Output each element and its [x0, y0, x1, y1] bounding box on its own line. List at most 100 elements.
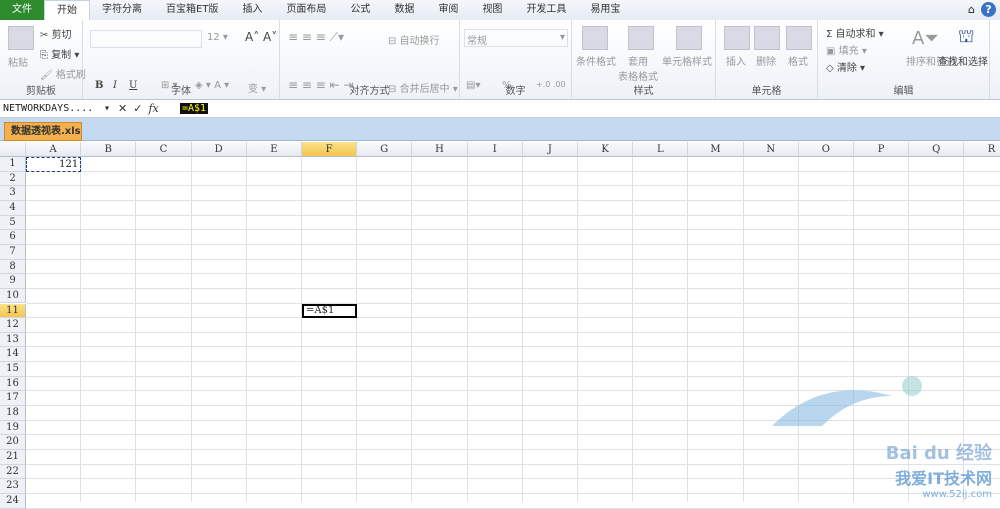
cell-styles-button[interactable]: 单元格样式: [662, 53, 712, 68]
tab-9[interactable]: 视图: [470, 0, 514, 20]
vertical-align-icons[interactable]: ≡ ≡ ≡ ⟋▾: [288, 30, 344, 45]
name-box[interactable]: NETWORKDAYS.... ▾: [0, 103, 112, 114]
column-header-D[interactable]: D: [191, 142, 247, 157]
grow-font-button[interactable]: A˄ A˅: [245, 30, 277, 44]
cell-A1[interactable]: 121: [26, 157, 82, 172]
alignment-label: 对齐方式: [349, 86, 390, 97]
font-group: 12 ▾ A˄ A˅ B I U ⊞ ▾ ◈ ▾ A ▾ 变 ▾ 字体: [83, 20, 280, 99]
column-header-O[interactable]: O: [798, 142, 854, 157]
tab-3[interactable]: 百宝箱ET版: [154, 0, 230, 20]
sort-filter-icon: A⏷: [912, 28, 939, 49]
tab-4[interactable]: 插入: [230, 0, 274, 20]
column-header-F[interactable]: F: [302, 142, 358, 157]
gridline: [301, 157, 302, 502]
autosum-label: 自动求和: [835, 29, 876, 40]
row-header-16[interactable]: 16: [0, 376, 26, 392]
row-header-8[interactable]: 8: [0, 259, 26, 275]
cells-label: 单元格: [751, 86, 782, 97]
column-header-B[interactable]: B: [81, 142, 137, 157]
conditional-format-button[interactable]: 条件格式: [576, 53, 616, 68]
row-header-3[interactable]: 3: [0, 186, 26, 201]
column-header-H[interactable]: H: [412, 142, 468, 157]
paste-button[interactable]: 粘贴: [8, 54, 28, 69]
name-box-value: NETWORKDAYS....: [3, 103, 94, 114]
gridline: [190, 157, 192, 502]
insert-cells-button[interactable]: 插入: [726, 53, 746, 68]
gridline: [687, 157, 689, 502]
cell-F11[interactable]: =A$1: [302, 303, 358, 319]
copy-label: 复制: [51, 50, 72, 61]
cut-button[interactable]: ✂ 剪切: [40, 26, 72, 41]
row-header-11[interactable]: 11: [0, 303, 26, 319]
cells-group: 插入 删除 格式 单元格: [716, 20, 818, 99]
tab-11[interactable]: 易用宝: [578, 0, 632, 20]
tab-1[interactable]: 开始: [44, 0, 90, 20]
table-format-button[interactable]: 套用 表格格式: [618, 53, 658, 83]
gridline: [742, 157, 744, 502]
row-header-7[interactable]: 7: [0, 244, 26, 260]
wrap-text-button[interactable]: ⊟ 自动换行: [388, 32, 440, 47]
row-header-20[interactable]: 20: [0, 435, 26, 450]
formula-input[interactable]: =A$1: [180, 103, 209, 114]
column-header-Q[interactable]: Q: [909, 142, 965, 157]
row-header-6[interactable]: 6: [0, 230, 26, 245]
number-format-select[interactable]: 常规 ▾: [464, 29, 568, 47]
column-header-L[interactable]: L: [633, 142, 689, 157]
column-header-J[interactable]: J: [522, 142, 578, 157]
insert-function-icon[interactable]: fx: [148, 102, 158, 115]
copy-button[interactable]: ⎘ 复制 ▾: [40, 46, 79, 61]
workbook-tab[interactable]: 数据透视表.xls: [4, 122, 82, 141]
tab-8[interactable]: 审阅: [426, 0, 470, 20]
row-header-1[interactable]: 1: [0, 157, 26, 172]
column-header-A[interactable]: A: [26, 142, 82, 157]
row-header-12[interactable]: 12: [0, 318, 26, 333]
row-header-10[interactable]: 10: [0, 288, 26, 304]
wrap-text-label: 自动换行: [399, 36, 440, 47]
row-header-22[interactable]: 22: [0, 464, 26, 480]
tab-0[interactable]: 文件: [0, 0, 44, 20]
select-all-corner[interactable]: [0, 142, 26, 157]
autosum-button[interactable]: Σ 自动求和 ▾: [826, 25, 884, 40]
delete-cells-button[interactable]: 删除: [756, 53, 776, 68]
tab-6[interactable]: 公式: [338, 0, 382, 20]
row-header-13[interactable]: 13: [0, 332, 26, 348]
row-header-19[interactable]: 19: [0, 420, 26, 436]
clear-button[interactable]: ◇ 清除 ▾: [826, 59, 865, 74]
row-header-2[interactable]: 2: [0, 171, 26, 187]
column-header-E[interactable]: E: [246, 142, 302, 157]
row-header-9[interactable]: 9: [0, 274, 26, 289]
font-size-select[interactable]: 12 ▾: [207, 32, 228, 43]
find-select-button[interactable]: 查找和选择: [938, 53, 988, 68]
tab-5[interactable]: 页面布局: [274, 0, 338, 20]
column-header-R[interactable]: R: [964, 142, 1000, 157]
enter-icon[interactable]: ✓: [133, 102, 142, 115]
column-header-G[interactable]: G: [357, 142, 413, 157]
column-header-I[interactable]: I: [467, 142, 523, 157]
row-header-14[interactable]: 14: [0, 347, 26, 363]
tab-10[interactable]: 开发工具: [514, 0, 578, 20]
help-icon[interactable]: ?: [981, 2, 996, 17]
column-header-K[interactable]: K: [578, 142, 634, 157]
row-header-18[interactable]: 18: [0, 406, 26, 421]
minimize-ribbon-icon[interactable]: ⌂: [968, 3, 975, 16]
tab-7[interactable]: 数据: [382, 0, 426, 20]
row-header-21[interactable]: 21: [0, 450, 26, 465]
format-cells-button[interactable]: 格式: [788, 53, 808, 68]
row-header-5[interactable]: 5: [0, 215, 26, 231]
row-header-17[interactable]: 17: [0, 391, 26, 407]
font-name-select[interactable]: [90, 30, 202, 48]
tab-2[interactable]: 字符分离: [90, 0, 154, 20]
paste-icon: [8, 26, 34, 50]
column-header-C[interactable]: C: [136, 142, 192, 157]
row-header-23[interactable]: 23: [0, 479, 26, 494]
column-header-P[interactable]: P: [854, 142, 910, 157]
row-header-24[interactable]: 24: [0, 493, 26, 509]
format-painter-button[interactable]: 🖌 格式刷: [40, 66, 86, 81]
row-header-15[interactable]: 15: [0, 362, 26, 377]
gridline: [26, 199, 1000, 201]
column-header-N[interactable]: N: [743, 142, 799, 157]
cancel-icon[interactable]: ✕: [118, 102, 127, 115]
column-header-M[interactable]: M: [688, 142, 744, 157]
fill-button[interactable]: ▣ 填充 ▾: [826, 42, 867, 57]
row-header-4[interactable]: 4: [0, 200, 26, 216]
